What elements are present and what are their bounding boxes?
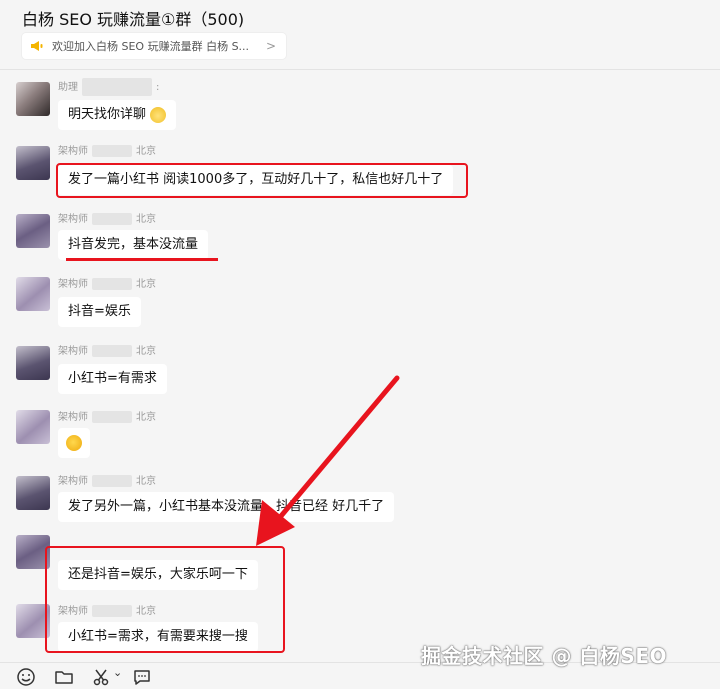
redacted-name [92, 411, 132, 423]
folder-icon[interactable] [54, 667, 74, 687]
chevron-right-icon: > [265, 39, 276, 53]
avatar[interactable] [16, 476, 50, 510]
sender-name: 架构师 北京 [58, 145, 156, 157]
avatar[interactable] [16, 277, 50, 311]
group-notice-bar[interactable]: 欢迎加入白杨 SEO 玩赚流量群 白杨 S... > [22, 33, 286, 59]
message-bubble[interactable]: 发了另外一篇，小红书基本没流量，抖音已经 好几千了 [58, 492, 395, 522]
message-bubble[interactable]: 抖音发完，基本没流量 [58, 230, 209, 260]
sender-name: 架构师 北京 [58, 213, 156, 225]
megaphone-icon [31, 41, 43, 51]
group-title[interactable]: 白杨 SEO 玩赚流量①群（500) [22, 6, 244, 30]
group-notice-text: 欢迎加入白杨 SEO 玩赚流量群 白杨 S... [52, 40, 250, 53]
avatar[interactable] [16, 214, 50, 248]
redacted-name [92, 213, 132, 225]
scissors-icon[interactable] [92, 667, 112, 687]
highlight-underline-douyin [66, 258, 218, 261]
avatar[interactable] [16, 410, 50, 444]
message-bubble[interactable]: 明天找你详聊 [58, 100, 177, 130]
emoji-icon[interactable] [16, 667, 36, 687]
chat-header: 白杨 SEO 玩赚流量①群（500) 欢迎加入白杨 SEO 玩赚流量群 白杨 S… [0, 0, 720, 70]
sender-name: 架构师 北京 [58, 475, 156, 487]
message-bubble[interactable]: 抖音=娱乐 [58, 297, 141, 327]
message-bubble[interactable]: 小红书=有需求 [58, 364, 167, 394]
grin-face-icon [66, 434, 82, 451]
highlight-box-conclusion [45, 546, 285, 653]
avatar[interactable] [16, 82, 50, 116]
avatar[interactable] [16, 146, 50, 180]
sender-name: 助理: [58, 78, 159, 96]
redacted-name [92, 278, 132, 290]
watermark: 掘金技术社区 @ 白杨SEO [421, 644, 667, 668]
redacted-name [92, 475, 132, 487]
highlight-box-xiaohongshu-post [56, 163, 468, 198]
sender-name: 架构师 北京 [58, 345, 156, 357]
sender-name: 架构师 北京 [58, 278, 156, 290]
chat-bubble-icon[interactable] [132, 667, 152, 687]
message-bubble[interactable] [58, 428, 90, 458]
redacted-name [82, 78, 152, 96]
avatar[interactable] [16, 346, 50, 380]
chevron-down-icon[interactable]: ⌄ [113, 666, 122, 679]
redacted-name [92, 145, 132, 157]
redacted-name [92, 345, 132, 357]
cat-face-icon [150, 106, 167, 123]
sender-name: 架构师 北京 [58, 411, 156, 423]
